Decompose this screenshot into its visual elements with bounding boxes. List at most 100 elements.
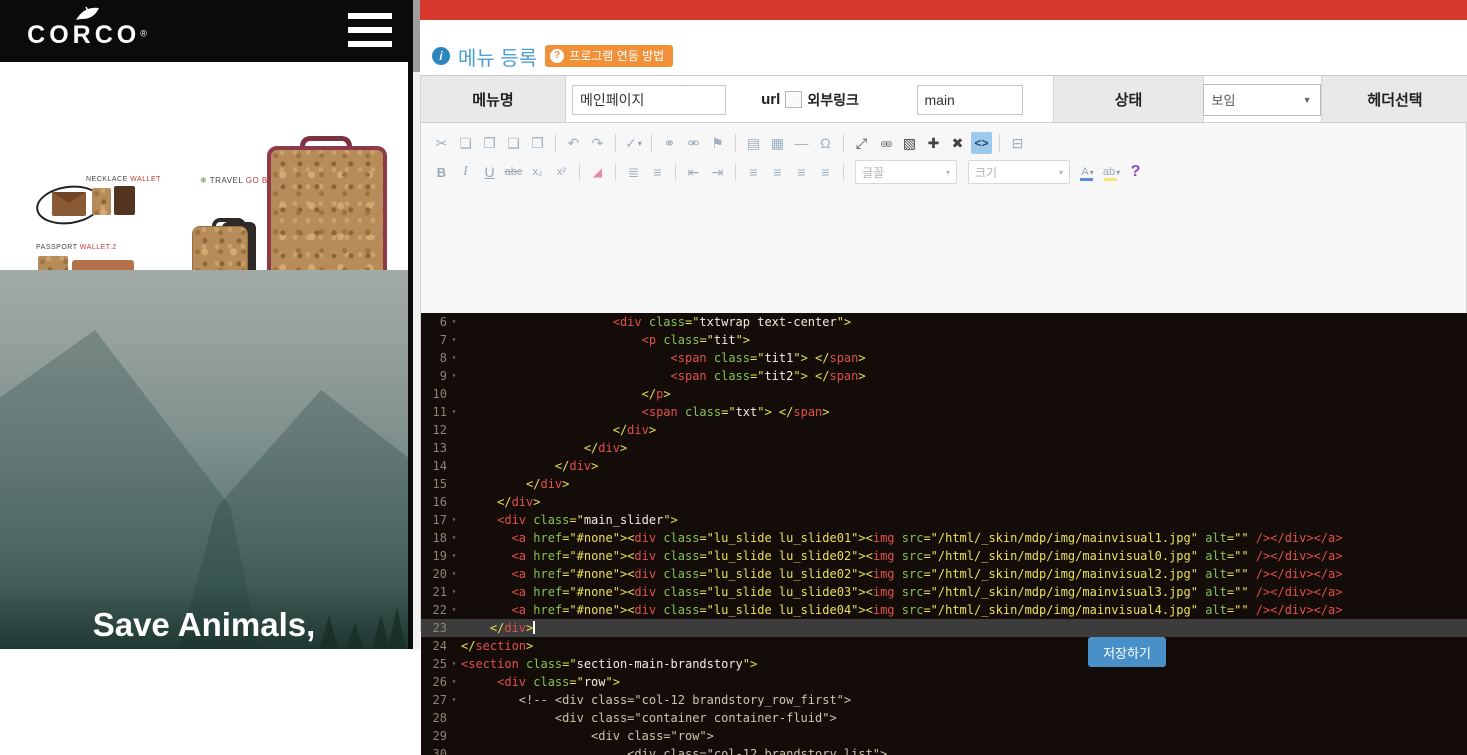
code-line[interactable]: 30 <div class="col-12 brandstory_list"> [421, 745, 1467, 755]
fold-toggle-icon[interactable]: ▾ [447, 673, 461, 691]
fold-toggle-icon[interactable]: ▾ [447, 583, 461, 601]
menu-name-input[interactable] [572, 85, 726, 115]
code-line[interactable]: 6▾ <div class="txtwrap text-center"> [421, 313, 1467, 331]
code-line[interactable]: 11▾ <span class="txt"> </span> [421, 403, 1467, 421]
bubble-remove-icon[interactable]: ✖ [947, 132, 968, 154]
fold-toggle-icon[interactable]: ▾ [447, 601, 461, 619]
italic-icon[interactable]: I [455, 161, 476, 183]
font-combo[interactable]: 글꼴▾ [855, 160, 957, 184]
code-line[interactable]: 18▾ <a href="#none"><div class="lu_slide… [421, 529, 1467, 547]
fold-toggle-icon[interactable]: ▾ [447, 529, 461, 547]
bg-color-icon[interactable]: ab▾ [1101, 161, 1122, 183]
paste-text-icon[interactable]: ❑ [503, 132, 524, 154]
anchor-icon[interactable]: ⚑ [707, 132, 728, 154]
source-code-area[interactable]: 6▾ <div class="txtwrap text-center">7▾ <… [421, 313, 1467, 755]
code-line[interactable]: 22▾ <a href="#none"><div class="lu_slide… [421, 601, 1467, 619]
hamburger-menu-icon[interactable] [348, 13, 392, 55]
text-color-icon[interactable]: A▾ [1077, 161, 1098, 183]
indent-icon[interactable]: ⇥ [707, 161, 728, 183]
fold-toggle-icon[interactable]: ▾ [447, 331, 461, 349]
align-left-icon[interactable]: ≡ [743, 161, 764, 183]
size-combo[interactable]: 크기▾ [968, 160, 1070, 184]
select-all-icon[interactable]: ▧ [899, 132, 920, 154]
code-line[interactable]: 20▾ <a href="#none"><div class="lu_slide… [421, 565, 1467, 583]
about-icon[interactable]: ? [1125, 161, 1146, 183]
code-line[interactable]: 25▾<section class="section-main-brandsto… [421, 655, 1467, 673]
fold-spacer [447, 493, 461, 511]
site-preview-panel: CORCO® NECKLACE WALLET PASSPORT WALLET.2… [0, 0, 413, 649]
corco-logo[interactable]: CORCO® [22, 4, 152, 48]
strikethrough-icon[interactable]: abc [503, 161, 524, 183]
code-line[interactable]: 9▾ <span class="tit2"> </span> [421, 367, 1467, 385]
fold-spacer [447, 457, 461, 475]
align-center-icon[interactable]: ≡ [767, 161, 788, 183]
code-line[interactable]: 28 <div class="container container-fluid… [421, 709, 1467, 727]
bubble-add-icon[interactable]: ✚ [923, 132, 944, 154]
remove-format-icon[interactable]: ◢ [587, 161, 608, 183]
cut-icon[interactable]: ✂ [431, 132, 452, 154]
code-line[interactable]: 24</section> [421, 637, 1467, 655]
fold-toggle-icon[interactable]: ▾ [447, 403, 461, 421]
paste-icon[interactable]: ❐ [479, 132, 500, 154]
fold-toggle-icon[interactable]: ▾ [447, 511, 461, 529]
paste-word-icon[interactable]: ❒ [527, 132, 548, 154]
save-button[interactable]: 저장하기 [1088, 637, 1166, 667]
align-right-icon[interactable]: ≡ [791, 161, 812, 183]
code-line[interactable]: 8▾ <span class="tit1"> </span> [421, 349, 1467, 367]
code-line[interactable]: 10 </p> [421, 385, 1467, 403]
undo-icon[interactable]: ↶ [563, 132, 584, 154]
print-icon[interactable]: ⊟ [1007, 132, 1028, 154]
unlink-icon[interactable]: ⚮ [683, 132, 704, 154]
product-slider[interactable]: NECKLACE WALLET PASSPORT WALLET.2 ❋ TRAV… [0, 62, 408, 270]
spellcheck-icon[interactable]: ✓▾ [623, 132, 644, 154]
preview-scrollbar-thumb[interactable] [413, 0, 420, 72]
code-line[interactable]: 16 </div> [421, 493, 1467, 511]
code-line[interactable]: 13 </div> [421, 439, 1467, 457]
outdent-icon[interactable]: ⇤ [683, 161, 704, 183]
code-line[interactable]: 7▾ <p class="tit"> [421, 331, 1467, 349]
toolbar-separator [615, 134, 616, 152]
status-select[interactable]: 보임 ▼ [1203, 84, 1321, 116]
horizontal-rule-icon[interactable]: ― [791, 132, 812, 154]
code-line[interactable]: 19▾ <a href="#none"><div class="lu_slide… [421, 547, 1467, 565]
code-line[interactable]: 26▾ <div class="row"> [421, 673, 1467, 691]
fold-toggle-icon[interactable]: ▾ [447, 655, 461, 673]
url-input[interactable] [917, 85, 1023, 115]
image-icon[interactable]: ▤ [743, 132, 764, 154]
link-icon[interactable]: ⚭ [659, 132, 680, 154]
maximize-icon[interactable]: ⤢ [851, 132, 872, 154]
copy-icon[interactable]: ❏ [455, 132, 476, 154]
find-icon[interactable]: ◎◎ [875, 132, 896, 154]
superscript-icon[interactable]: x² [551, 161, 572, 183]
fold-toggle-icon[interactable]: ▾ [447, 547, 461, 565]
program-link-help-button[interactable]: ? 프로그램 연동 방법 [545, 45, 673, 67]
fold-toggle-icon[interactable]: ▾ [447, 691, 461, 709]
line-number: 26 [421, 673, 447, 691]
source-icon[interactable]: <> [971, 132, 992, 154]
brand-text: CORCO [27, 21, 140, 49]
table-icon[interactable]: ▦ [767, 132, 788, 154]
fold-toggle-icon[interactable]: ▾ [447, 313, 461, 331]
fold-toggle-icon[interactable]: ▾ [447, 367, 461, 385]
redo-icon[interactable]: ↷ [587, 132, 608, 154]
fold-toggle-icon[interactable]: ▾ [447, 565, 461, 583]
code-line[interactable]: 15 </div> [421, 475, 1467, 493]
bold-icon[interactable]: B [431, 161, 452, 183]
code-line[interactable]: 27▾ <!-- <div class="col-12 brandstory_r… [421, 691, 1467, 709]
code-line[interactable]: 23 </div> [421, 619, 1467, 637]
external-link-checkbox[interactable] [785, 91, 802, 108]
code-line[interactable]: 12 </div> [421, 421, 1467, 439]
align-justify-icon[interactable]: ≡ [815, 161, 836, 183]
unordered-list-icon[interactable]: ≡ [647, 161, 668, 183]
code-line[interactable]: 21▾ <a href="#none"><div class="lu_slide… [421, 583, 1467, 601]
ordered-list-icon[interactable]: ≣ [623, 161, 644, 183]
subscript-icon[interactable]: x₂ [527, 161, 548, 183]
special-char-icon[interactable]: Ω [815, 132, 836, 154]
preview-scrollbar-track[interactable] [413, 0, 420, 649]
underline-icon[interactable]: U [479, 161, 500, 183]
code-line[interactable]: 17▾ <div class="main_slider"> [421, 511, 1467, 529]
code-line[interactable]: 29 <div class="row"> [421, 727, 1467, 745]
fold-toggle-icon[interactable]: ▾ [447, 349, 461, 367]
palm-icon: ❋ [200, 176, 207, 185]
code-line[interactable]: 14 </div> [421, 457, 1467, 475]
